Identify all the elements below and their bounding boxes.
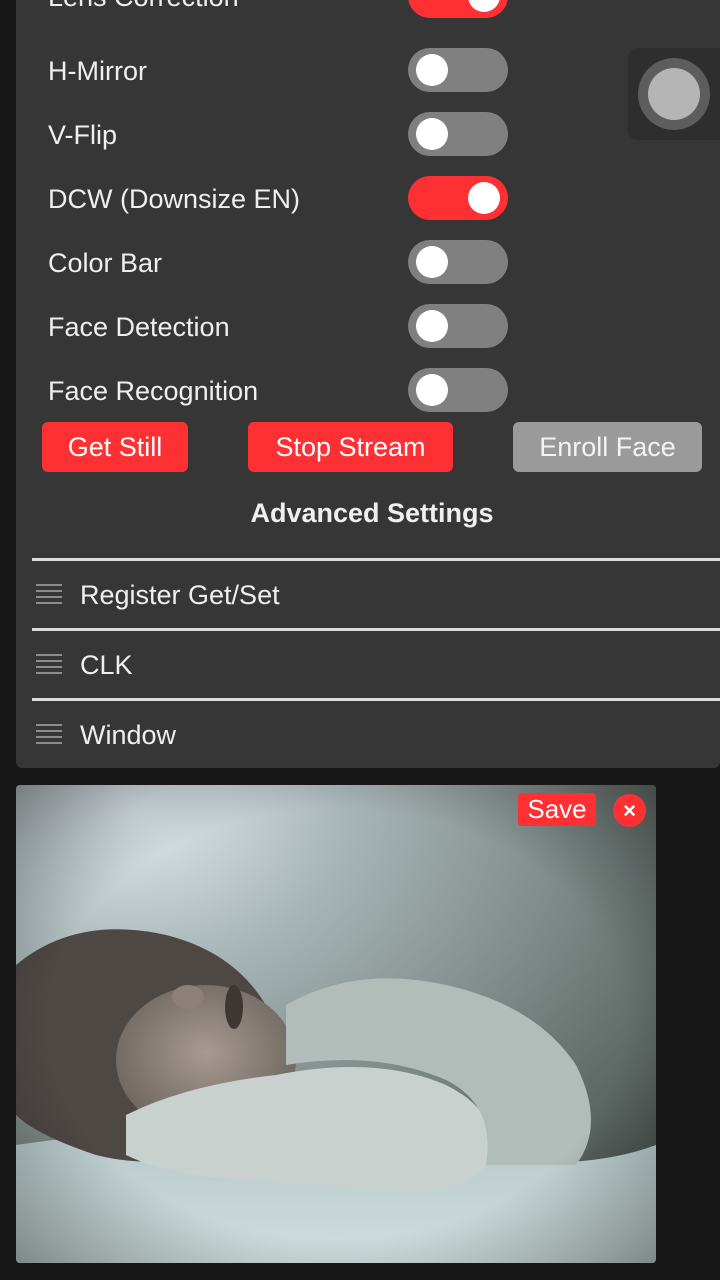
- hamburger-icon: [36, 724, 62, 746]
- face-detection-toggle[interactable]: [408, 304, 508, 348]
- v-flip-label: V-Flip: [48, 120, 118, 150]
- dcw-toggle[interactable]: [408, 176, 508, 220]
- divider: [32, 698, 720, 701]
- hamburger-icon: [36, 654, 62, 676]
- lens-correction-row: Lens Correction: [48, 0, 518, 18]
- section-register-get-set[interactable]: Register Get/Set: [32, 562, 716, 628]
- toggle-knob: [468, 0, 500, 12]
- advanced-settings-title: Advanced Settings: [250, 498, 494, 528]
- face-recognition-label: Face Recognition: [48, 376, 259, 406]
- toggle-knob: [416, 54, 448, 86]
- floating-record-button[interactable]: [628, 48, 720, 140]
- color-bar-toggle[interactable]: [408, 240, 508, 284]
- toggle-knob: [416, 374, 448, 406]
- record-circle-icon: [638, 58, 710, 130]
- v-flip-toggle[interactable]: [408, 112, 508, 156]
- section-label: CLK: [80, 650, 133, 680]
- close-icon[interactable]: ×: [613, 794, 646, 827]
- h-mirror-row: H-Mirror: [48, 48, 518, 92]
- get-still-button[interactable]: Get Still: [42, 422, 188, 472]
- toggle-knob: [416, 246, 448, 278]
- stream-image: [16, 785, 656, 1263]
- section-clk[interactable]: CLK: [32, 632, 716, 698]
- section-label: Window: [80, 720, 177, 750]
- face-detection-row: Face Detection: [48, 304, 518, 348]
- v-flip-row: V-Flip: [48, 112, 518, 156]
- toggle-knob: [416, 310, 448, 342]
- h-mirror-label: H-Mirror: [48, 56, 147, 86]
- h-mirror-toggle[interactable]: [408, 48, 508, 92]
- face-detection-label: Face Detection: [48, 312, 230, 342]
- face-recognition-toggle[interactable]: [408, 368, 508, 412]
- toggle-knob: [416, 118, 448, 150]
- dcw-label: DCW (Downsize EN): [48, 184, 301, 214]
- settings-panel: Lens Correction H-Mirror V-Flip DCW (Dow…: [16, 0, 720, 768]
- hamburger-icon: [36, 584, 62, 606]
- lens-correction-label: Lens Correction: [48, 0, 239, 12]
- lens-correction-toggle[interactable]: [408, 0, 508, 18]
- color-bar-label: Color Bar: [48, 248, 163, 278]
- section-label: Register Get/Set: [80, 580, 280, 610]
- divider: [32, 558, 720, 561]
- divider: [32, 628, 720, 631]
- section-window[interactable]: Window: [32, 702, 716, 768]
- record-circle-core: [648, 68, 700, 120]
- save-button[interactable]: Save: [518, 793, 596, 826]
- face-recognition-row: Face Recognition: [48, 368, 518, 412]
- enroll-face-button[interactable]: Enroll Face: [513, 422, 702, 472]
- stop-stream-button[interactable]: Stop Stream: [248, 422, 453, 472]
- toggle-knob: [468, 182, 500, 214]
- dcw-row: DCW (Downsize EN): [48, 176, 518, 220]
- color-bar-row: Color Bar: [48, 240, 518, 284]
